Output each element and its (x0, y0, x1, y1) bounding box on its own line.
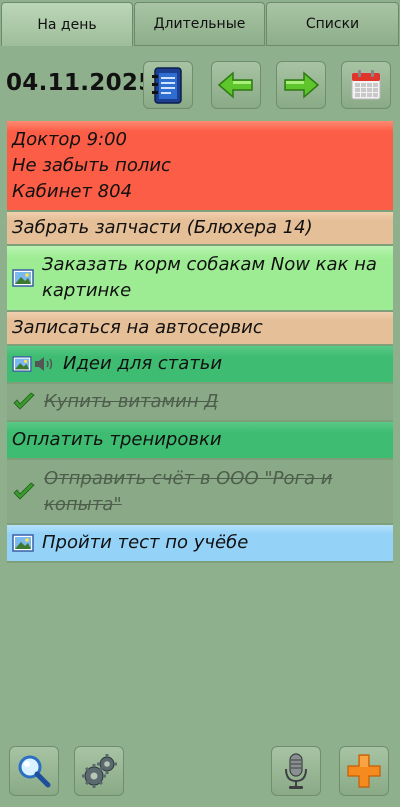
task-list: Доктор 9:00 Не забыть полис Кабинет 804 … (7, 121, 393, 563)
microphone-icon (285, 753, 307, 789)
task-text: Заказать корм собакам Now как на картинк… (42, 254, 377, 301)
settings-icon (82, 754, 117, 788)
tab-day[interactable]: На день (1, 2, 133, 46)
check-icon (13, 392, 35, 410)
audio-icon (35, 357, 53, 371)
task-item[interactable]: Оплатить тренировки (7, 422, 393, 460)
task-text: Забрать запчасти (Блюхера 14) (12, 217, 313, 238)
next-day-button[interactable] (276, 61, 326, 109)
task-item[interactable]: Забрать запчасти (Блюхера 14) (7, 212, 393, 246)
task-line: Кабинет 804 (12, 181, 133, 202)
add-task-button[interactable] (339, 746, 389, 796)
task-item[interactable]: Доктор 9:00 Не забыть полис Кабинет 804 (7, 121, 393, 212)
app-screen: На день Длительные Списки 04.11.2025 Док… (0, 0, 400, 807)
settings-button[interactable] (74, 746, 124, 796)
task-text: Купить витамин Д (44, 391, 219, 412)
task-item[interactable]: Купить витамин Д (7, 384, 393, 422)
task-text: Доктор 9:00 Не забыть полис Кабинет 804 (12, 127, 387, 205)
task-item[interactable]: Заказать корм собакам Now как на картинк… (7, 246, 393, 312)
previous-day-button[interactable] (211, 61, 261, 109)
microphone-button[interactable] (271, 746, 321, 796)
arrow-right-icon (284, 71, 320, 99)
image-icon (12, 534, 34, 552)
tab-long-term[interactable]: Длительные (134, 2, 265, 46)
task-item[interactable]: Записаться на автосервис (7, 312, 393, 346)
calendar-icon (351, 70, 381, 100)
task-text: Отправить счёт в ООО "Рога и копыта" (44, 467, 333, 515)
add-icon (347, 754, 381, 788)
notes-icon (152, 67, 182, 104)
task-item[interactable]: Идеи для статьи (7, 346, 393, 384)
tab-bar: На день Длительные Списки (0, 0, 400, 48)
task-text: Пройти тест по учёбе (42, 532, 249, 553)
current-date[interactable]: 04.11.2025 (6, 70, 155, 96)
task-text: Записаться на автосервис (12, 317, 263, 338)
tab-lists[interactable]: Списки (266, 2, 399, 46)
search-icon (18, 755, 51, 788)
task-item[interactable]: Отправить счёт в ООО "Рога и копыта" (7, 460, 393, 525)
task-line: Доктор 9:00 (12, 129, 128, 150)
task-text: Идеи для статьи (63, 353, 223, 374)
search-button[interactable] (9, 746, 59, 796)
task-line: Не забыть полис (12, 155, 171, 176)
notes-button[interactable] (143, 61, 193, 109)
check-icon (13, 481, 35, 500)
image-icon (12, 269, 34, 287)
image-icon (12, 356, 32, 372)
task-text: Оплатить тренировки (12, 429, 222, 450)
calendar-button[interactable] (341, 61, 391, 109)
task-item[interactable]: Пройти тест по учёбе (7, 525, 393, 563)
arrow-left-icon (217, 71, 253, 99)
